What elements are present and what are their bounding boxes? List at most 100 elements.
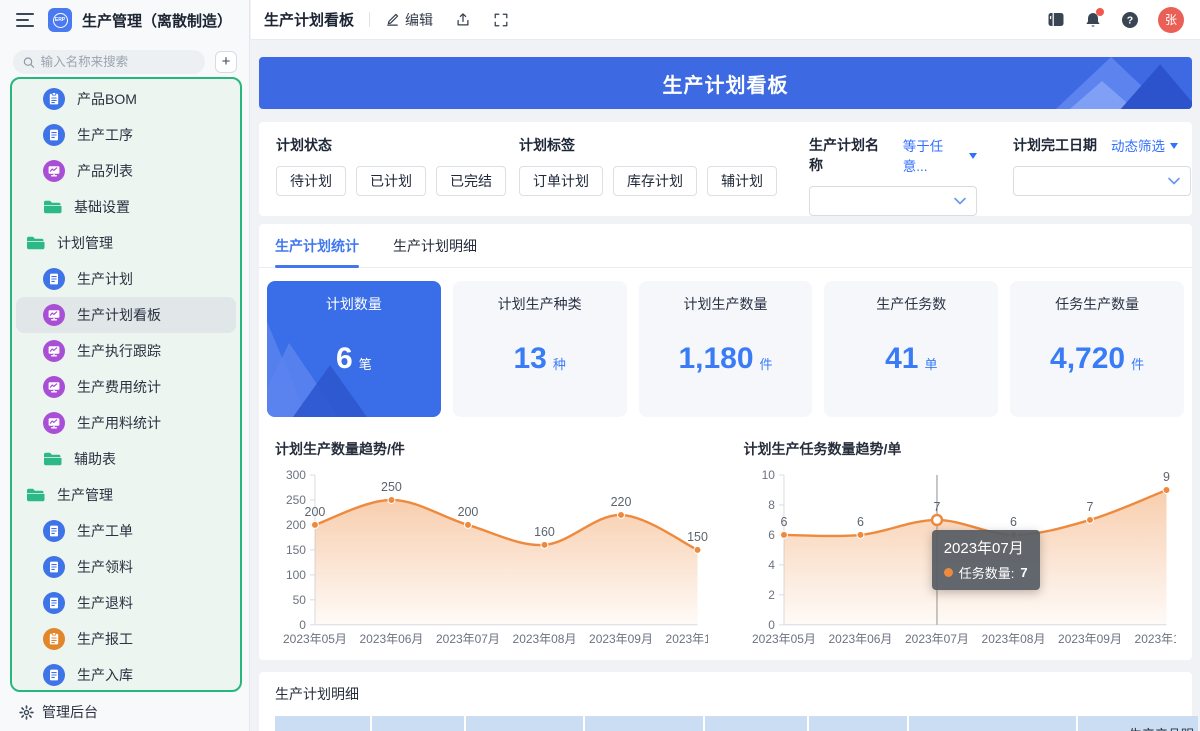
dashboard-icon — [43, 340, 65, 362]
edit-label: 编辑 — [405, 10, 433, 30]
sidebar-item-label: 辅助表 — [74, 449, 116, 469]
svg-text:200: 200 — [458, 505, 479, 519]
sidebar-item-7[interactable]: 生产执行跟踪 — [16, 333, 236, 369]
sidebar-item-4[interactable]: 计划管理 — [16, 225, 236, 261]
sidebar-item-5[interactable]: 生产计划 — [16, 261, 236, 297]
sidebar-item-8[interactable]: 生产费用统计 — [16, 369, 236, 405]
dynamic-filter-link[interactable]: 动态筛选 — [1111, 135, 1178, 155]
caret-down-icon — [1170, 143, 1178, 153]
collapse-menu-icon[interactable] — [16, 13, 34, 27]
svg-text:150: 150 — [687, 530, 707, 544]
finish-date-select[interactable] — [1013, 166, 1191, 196]
admin-console-button[interactable]: 管理后台 — [0, 693, 249, 731]
sidebar-item-16[interactable]: 生产入库 — [16, 657, 236, 692]
table-header-cell-6 — [909, 716, 1076, 731]
dashboard-icon — [43, 304, 65, 326]
table-header-cell-4 — [705, 716, 808, 731]
dashboard-icon — [43, 376, 65, 398]
status-option-0[interactable]: 待计划 — [276, 166, 346, 196]
sidebar-item-0[interactable]: 产品BOM — [16, 81, 236, 117]
user-avatar[interactable]: 张 — [1158, 7, 1184, 33]
section-title: 生产计划明细 — [275, 684, 1184, 704]
sidebar-item-10[interactable]: 辅助表 — [16, 441, 236, 477]
sidebar-item-2[interactable]: 产品列表 — [16, 153, 236, 189]
tab-1[interactable]: 生产计划明细 — [393, 224, 477, 267]
clipboard-icon — [43, 628, 65, 650]
search-input[interactable] — [41, 55, 195, 69]
stat-card-0[interactable]: 计划数量 6笔 — [267, 281, 441, 417]
share-button[interactable] — [455, 12, 471, 28]
stat-value: 6 — [336, 342, 353, 376]
sidebar: ERP 生产管理（离散制造） + 产品BOM 生产工序产品列表基础设置计划管理生产… — [0, 0, 250, 731]
table-header-row: 生产产品明 — [275, 716, 1184, 731]
stat-unit: 件 — [760, 354, 773, 373]
status-option-1[interactable]: 已计划 — [356, 166, 426, 196]
notifications-button[interactable] — [1084, 11, 1102, 29]
sidebar-item-3[interactable]: 基础设置 — [16, 189, 236, 225]
dashboard-banner: 生产计划看板 — [259, 57, 1192, 109]
svg-text:2023年10月: 2023年10月 — [1134, 632, 1176, 646]
svg-text:10: 10 — [761, 468, 775, 482]
plan-name-select[interactable] — [809, 186, 977, 216]
sidebar-item-1[interactable]: 生产工序 — [16, 117, 236, 153]
add-button[interactable]: + — [215, 51, 237, 73]
tag-option-1[interactable]: 库存计划 — [613, 166, 697, 196]
stat-value: 13 — [514, 342, 547, 376]
line-chart-svg: 0501001502002503002023年05月2023年06月2023年0… — [275, 465, 708, 651]
stat-card-2[interactable]: 计划生产数量 1,180件 — [639, 281, 813, 417]
folder-icon — [26, 235, 45, 252]
sidebar-item-12[interactable]: 生产工单 — [16, 513, 236, 549]
sidebar-item-14[interactable]: 生产退料 — [16, 585, 236, 621]
sidebar-item-15[interactable]: 生产报工 — [16, 621, 236, 657]
svg-text:160: 160 — [534, 525, 555, 539]
svg-text:4: 4 — [768, 558, 775, 572]
gear-icon — [19, 705, 34, 720]
sidebar-item-13[interactable]: 生产领料 — [16, 549, 236, 585]
plan-detail-section: 生产计划明细 生产产品明 — [259, 672, 1192, 731]
sidebar-item-6[interactable]: 生产计划看板 — [16, 297, 236, 333]
fullscreen-button[interactable] — [493, 12, 509, 28]
stat-card-4[interactable]: 任务生产数量 4,720件 — [1010, 281, 1184, 417]
changelog-button[interactable] — [1047, 11, 1065, 28]
tag-option-2[interactable]: 辅计划 — [707, 166, 777, 196]
stat-value: 41 — [885, 342, 918, 376]
chart-1: 计划生产任务数量趋势/单02468102023年05月2023年06月2023年… — [744, 439, 1177, 651]
table-header-cell-7: 生产产品明 — [1078, 716, 1198, 731]
svg-text:6: 6 — [768, 528, 775, 542]
help-button[interactable]: ? — [1121, 11, 1139, 29]
fullscreen-icon — [493, 12, 509, 28]
folder-icon — [43, 199, 62, 216]
stat-unit: 单 — [924, 354, 937, 373]
filter-plan-status: 计划状态 待计划已计划已完结 — [276, 135, 506, 196]
tab-0[interactable]: 生产计划统计 — [275, 224, 359, 267]
sidebar-item-label: 产品BOM — [77, 89, 137, 109]
stat-card-1[interactable]: 计划生产种类 13种 — [453, 281, 627, 417]
svg-text:200: 200 — [286, 518, 306, 532]
tooltip-date: 2023年07月 — [944, 537, 1028, 558]
svg-text:200: 200 — [305, 505, 326, 519]
sidebar-item-11[interactable]: 生产管理 — [16, 477, 236, 513]
svg-text:0: 0 — [299, 618, 306, 632]
table-header-cell-1 — [372, 716, 465, 731]
document-icon — [43, 664, 65, 686]
edit-button[interactable]: 编辑 — [385, 10, 433, 30]
sidebar-item-label: 生产工序 — [77, 125, 133, 145]
stat-card-3[interactable]: 生产任务数 41单 — [824, 281, 998, 417]
search-box[interactable] — [13, 50, 205, 74]
sidebar-item-label: 生产计划看板 — [77, 305, 161, 325]
svg-text:9: 9 — [1163, 470, 1170, 484]
search-icon — [23, 56, 35, 69]
sidebar-item-label: 生产工单 — [77, 521, 133, 541]
sidebar-item-label: 生产退料 — [77, 593, 133, 613]
svg-text:300: 300 — [286, 468, 306, 482]
tab-bar: 生产计划统计生产计划明细 — [259, 224, 1192, 268]
svg-text:2023年08月: 2023年08月 — [981, 632, 1045, 646]
tag-option-0[interactable]: 订单计划 — [519, 166, 603, 196]
status-option-2[interactable]: 已完结 — [436, 166, 506, 196]
operator-link[interactable]: 等于任意... — [903, 135, 977, 175]
sidebar-header: ERP 生产管理（离散制造） — [0, 0, 249, 40]
dashboard-content: 生产计划看板 计划状态 待计划已计划已完结 计划标签 订单计划库存计划辅计划 生… — [251, 40, 1200, 731]
svg-text:250: 250 — [381, 480, 402, 494]
sidebar-item-label: 生产计划 — [77, 269, 133, 289]
sidebar-item-9[interactable]: 生产用料统计 — [16, 405, 236, 441]
